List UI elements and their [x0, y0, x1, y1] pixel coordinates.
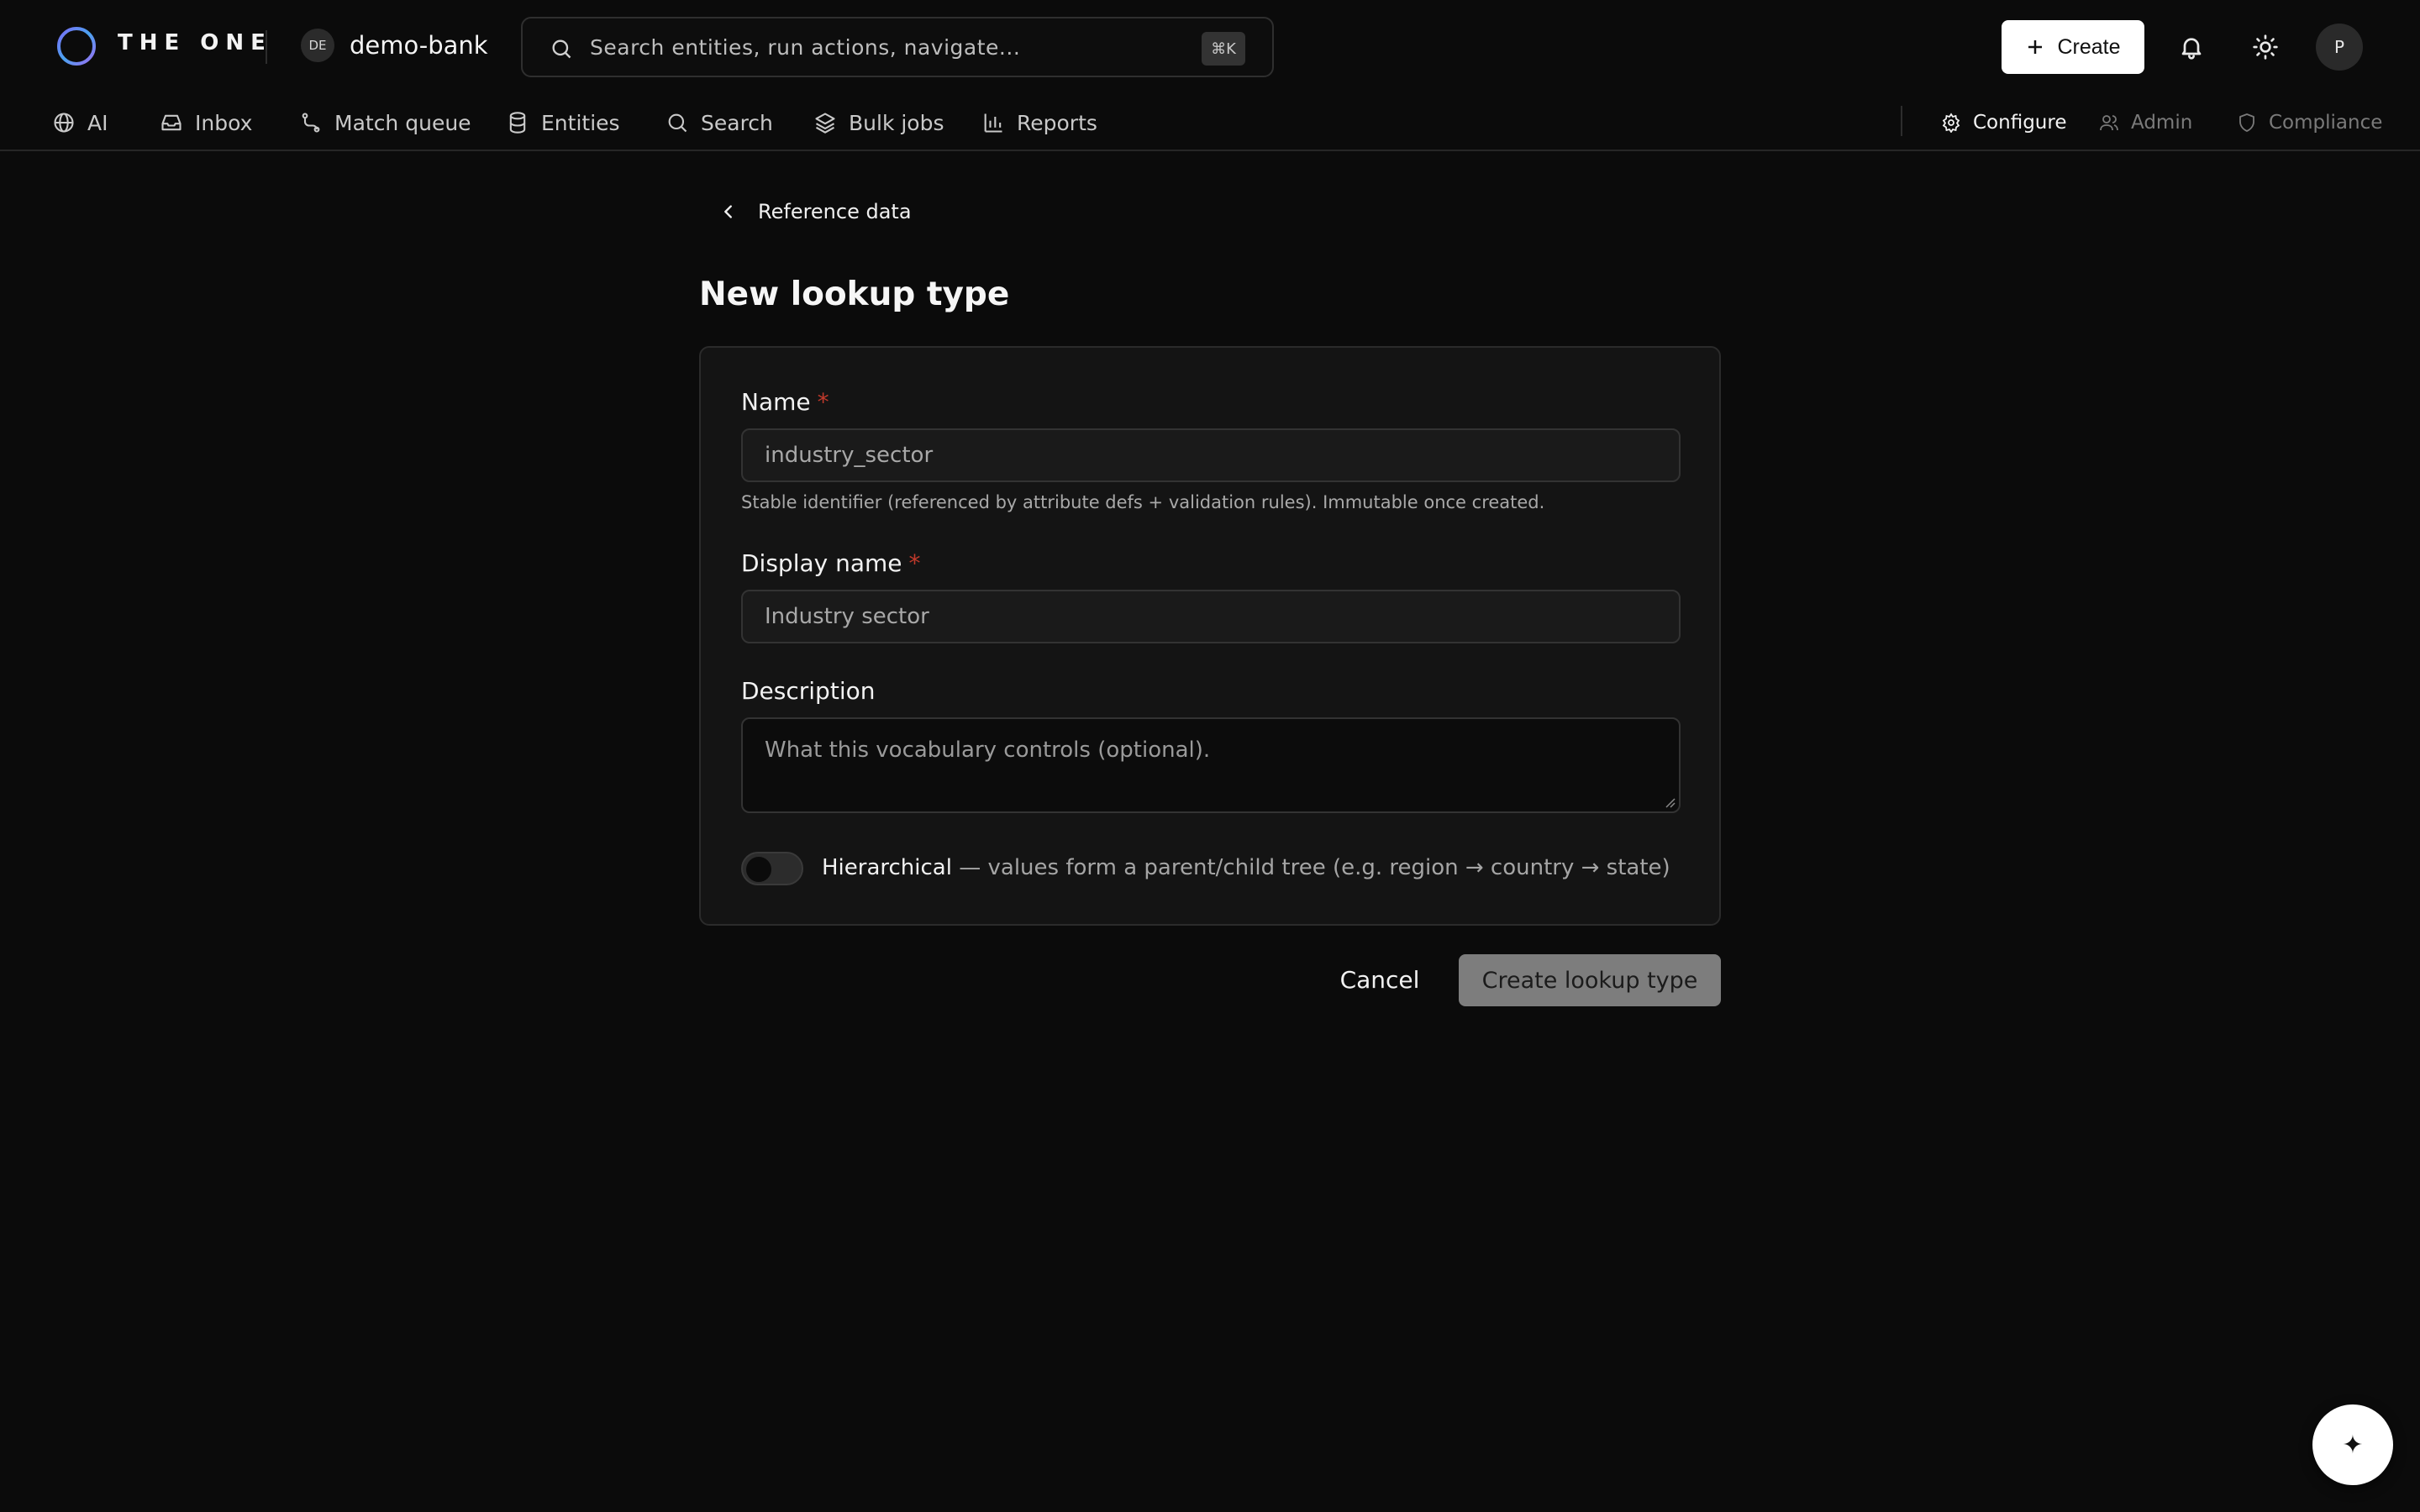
shield-icon: [2239, 113, 2254, 132]
nav-item-inbox[interactable]: Inbox: [160, 106, 252, 139]
tenant-switcher[interactable]: DE demo-bank: [301, 29, 488, 62]
nav-label: Inbox: [195, 110, 253, 135]
name-label: Name *: [741, 388, 829, 416]
create-button[interactable]: Create: [2002, 20, 2144, 74]
ai-assistant-button[interactable]: ✦: [2312, 1404, 2393, 1485]
nav-item-compliance[interactable]: Compliance: [2237, 106, 2382, 139]
nav-item-entities[interactable]: Entities: [506, 106, 620, 139]
required-mark: *: [908, 549, 921, 577]
gear-icon: [1942, 113, 1960, 133]
plus-icon: [2028, 40, 2043, 54]
cancel-button[interactable]: Cancel: [1336, 958, 1423, 1001]
header-divider: [266, 30, 267, 64]
nav-label: Match queue: [334, 110, 471, 135]
search-icon: [668, 113, 687, 133]
globe-icon: [54, 113, 74, 133]
page-title: New lookup type: [699, 276, 1010, 313]
chevron-left-icon: [724, 205, 732, 218]
resize-grip-icon[interactable]: [1664, 796, 1676, 808]
back-link[interactable]: Reference data: [719, 200, 912, 223]
route-icon: [302, 113, 320, 133]
description-label: Description: [741, 677, 876, 705]
user-avatar[interactable]: P: [2316, 24, 2363, 71]
brand-name[interactable]: THE ONE: [118, 30, 272, 55]
display-name-input[interactable]: Industry sector: [741, 590, 1681, 643]
nav-item-admin[interactable]: Admin: [2099, 106, 2192, 139]
nav-label: Bulk jobs: [849, 110, 944, 135]
nav-item-bulk-jobs[interactable]: Bulk jobs: [813, 106, 944, 139]
top-bar: THE ONE DE demo-bank Search entities, ru…: [0, 0, 2420, 92]
hierarchical-label: Hierarchical: [822, 855, 952, 880]
notifications-button[interactable]: [2170, 25, 2213, 69]
search-icon: [552, 39, 571, 59]
search-placeholder: Search entities, run actions, navigate..…: [590, 35, 1021, 60]
nav-label: Search: [701, 110, 773, 135]
back-link-label: Reference data: [758, 200, 912, 223]
tenant-name: demo-bank: [350, 31, 488, 60]
create-lookup-type-button[interactable]: Create lookup type: [1459, 954, 1721, 1006]
nav-divider: [1901, 106, 1902, 136]
display-name-placeholder: Industry sector: [765, 604, 929, 629]
theme-toggle-button[interactable]: [2244, 25, 2287, 69]
toggle-knob: [746, 857, 771, 882]
tenant-badge: DE: [301, 29, 334, 62]
nav-label: Reports: [1017, 110, 1097, 135]
command-search[interactable]: Search entities, run actions, navigate..…: [521, 17, 1274, 77]
display-name-label: Display name *: [741, 549, 921, 577]
name-label-text: Name: [741, 388, 811, 416]
nav-item-search[interactable]: Search: [666, 106, 773, 139]
hierarchical-caption: Hierarchical — values form a parent/chil…: [822, 855, 1670, 880]
layers-icon: [815, 113, 835, 134]
hierarchical-description: — values form a parent/child tree (e.g. …: [951, 855, 1670, 880]
nav-label: AI: [87, 110, 108, 135]
nav-label: Admin: [2131, 112, 2193, 134]
nav-item-ai[interactable]: AI: [52, 106, 108, 139]
inbox-icon: [161, 114, 182, 131]
nav-label: Entities: [541, 110, 620, 135]
database-icon: [509, 112, 526, 134]
users-icon: [2100, 115, 2118, 131]
create-label: Create: [2057, 34, 2121, 59]
sun-icon: [2253, 34, 2278, 60]
main-nav: AI Inbox Match queue Entities Search Bul…: [0, 92, 2420, 151]
name-placeholder: industry_sector: [765, 443, 934, 468]
nav-item-configure[interactable]: Configure: [1941, 106, 2066, 139]
sparkle-icon: ✦: [2342, 1430, 2364, 1460]
nav-item-match-queue[interactable]: Match queue: [299, 106, 471, 139]
display-name-label-text: Display name: [741, 549, 902, 577]
shortcut-hint: ⌘K: [1202, 32, 1245, 66]
bar-chart-icon: [984, 113, 1002, 133]
name-input[interactable]: industry_sector: [741, 428, 1681, 482]
description-placeholder: What this vocabulary controls (optional)…: [765, 738, 1211, 763]
description-textarea[interactable]: What this vocabulary controls (optional)…: [741, 717, 1681, 813]
bell-icon: [2181, 38, 2202, 60]
lookup-type-form: Name * industry_sector Stable identifier …: [699, 346, 1721, 926]
nav-label: Configure: [1973, 112, 2067, 134]
hierarchical-toggle[interactable]: [741, 852, 803, 885]
nav-label: Compliance: [2269, 112, 2383, 134]
nav-item-reports[interactable]: Reports: [981, 106, 1097, 139]
logo-ring-icon[interactable]: [55, 25, 97, 67]
name-hint: Stable identifier (referenced by attribu…: [741, 492, 1545, 512]
required-mark: *: [817, 388, 829, 416]
